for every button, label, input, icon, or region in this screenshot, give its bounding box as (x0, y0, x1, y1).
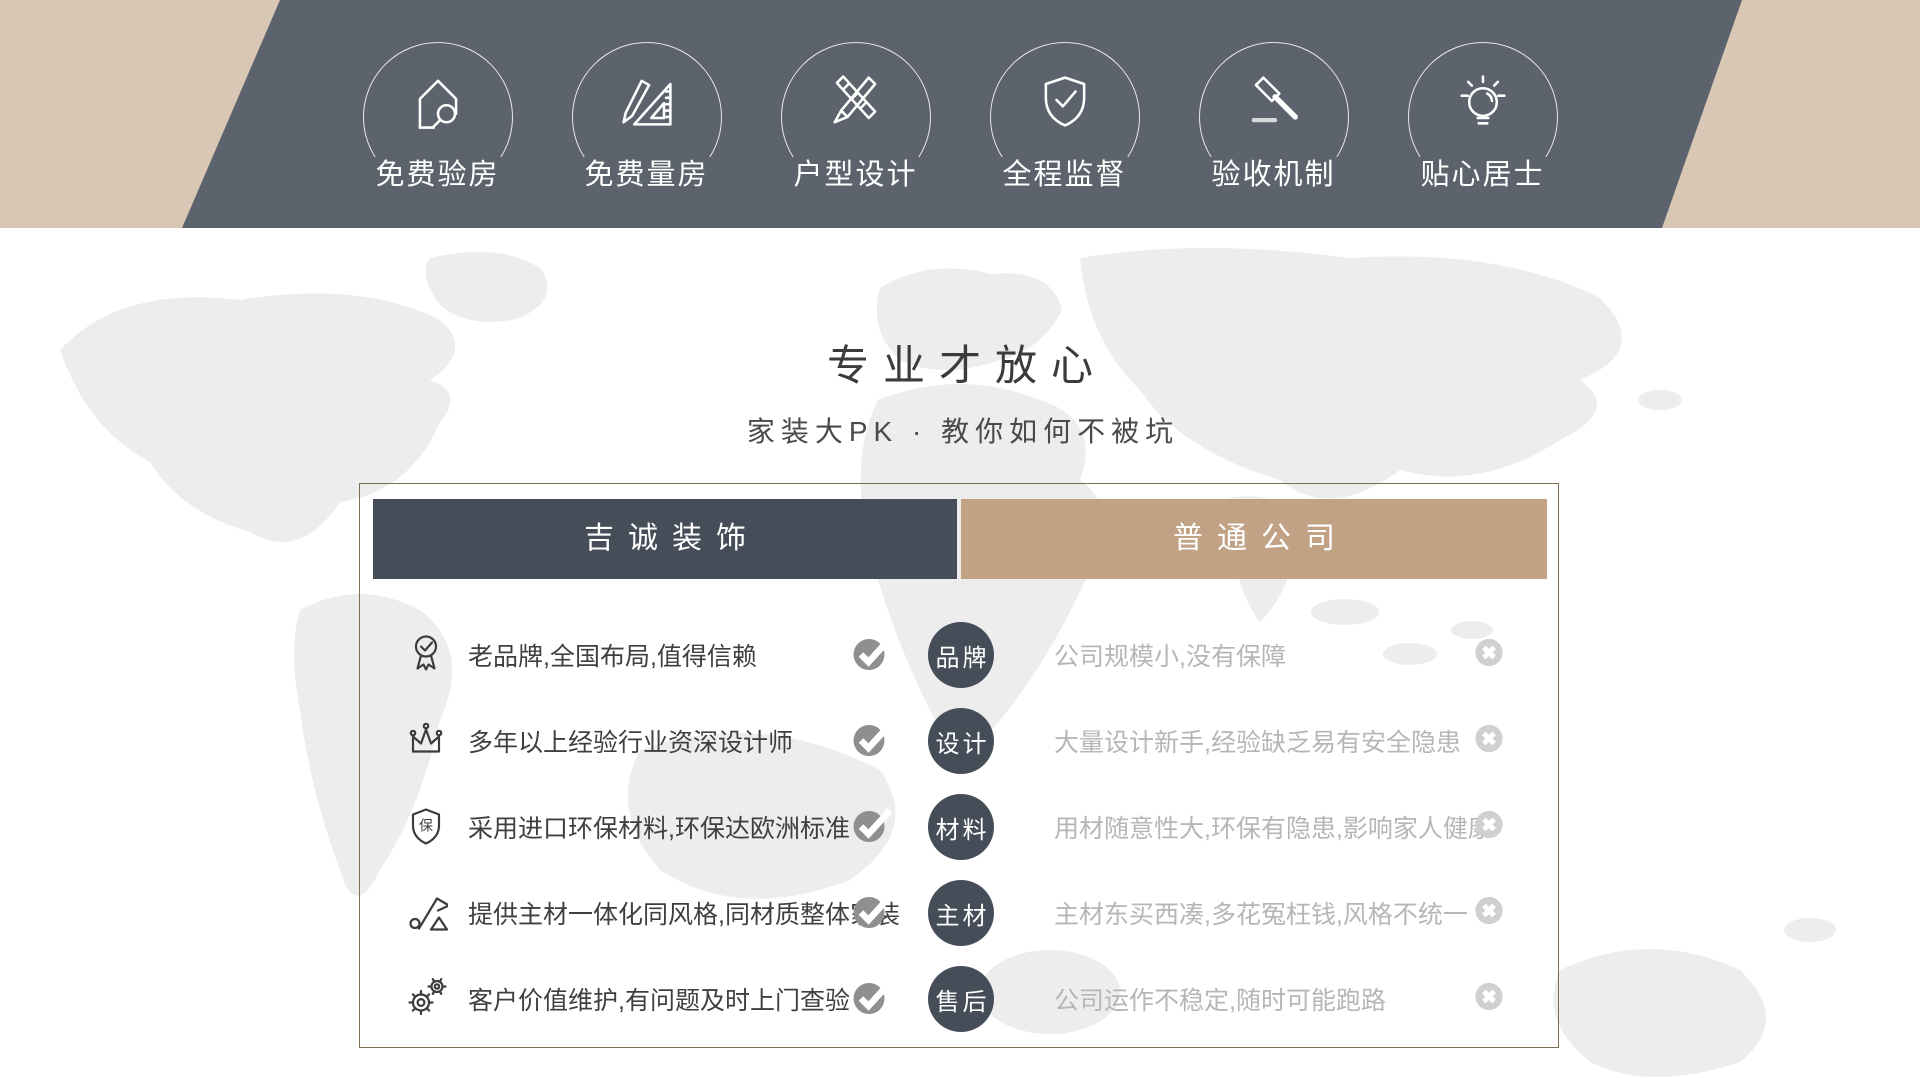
row-left-text: 多年以上经验行业资深设计师 (468, 723, 793, 759)
crown-icon (404, 717, 448, 766)
banner-item-label: 户型设计 (787, 157, 923, 193)
row-left-text: 提供主材一体化同风格,同材质整体家装 (468, 895, 900, 931)
banner-item-full-supervision: 全程监督 (990, 42, 1140, 192)
comparison-header-jicheng: 吉诚装饰 (373, 499, 957, 579)
cross-icon (1472, 808, 1506, 847)
banner-item-label: 验收机制 (1205, 157, 1341, 193)
shield-bao-icon: 保 (404, 803, 448, 852)
comparison-row-aftersales: 客户价值维护,有问题及时上门查验 售后 公司运作不稳定,随时可能跑路 (360, 956, 1558, 1042)
comparison-table: 吉诚装饰 普通公司 老品牌,全国布局,值得信赖 (359, 483, 1559, 1048)
check-icon (852, 719, 894, 764)
cross-icon (1472, 636, 1506, 675)
banner-item-free-inspection: 免费验房 (363, 42, 513, 192)
banner-item-free-measuring: 免费量房 (572, 42, 722, 192)
banner-item-label: 全程监督 (996, 157, 1132, 193)
row-right-text: 公司运作不稳定,随时可能跑路 (1054, 981, 1386, 1017)
comparison-rows: 老品牌,全国布局,值得信赖 品牌 公司规模小,没有保障 (360, 612, 1558, 1042)
section-title: 专业才放心 (0, 332, 1920, 393)
comparison-row-main-materials: 提供主材一体化同风格,同材质整体家装 主材 主材东买西凑,多花冤枉钱,风格不统一 (360, 870, 1558, 956)
cross-icon (1472, 722, 1506, 761)
banner-item-label: 贴心居士 (1414, 157, 1550, 193)
comparison-row-brand: 老品牌,全国布局,值得信赖 品牌 公司规模小,没有保障 (360, 612, 1558, 698)
banner-items: 免费验房 免费量房 (0, 0, 1920, 228)
services-banner: 免费验房 免费量房 (0, 0, 1920, 228)
banner-item-floorplan-design: 户型设计 (781, 42, 931, 192)
category-badge: 材料 (928, 794, 994, 860)
row-right-text: 主材东买西凑,多花冤枉钱,风格不统一 (1054, 895, 1468, 931)
cross-icon (1472, 980, 1506, 1019)
category-badge: 主材 (928, 880, 994, 946)
banner-item-acceptance: 验收机制 (1199, 42, 1349, 192)
comparison-row-materials: 保 采用进口环保材料,环保达欧洲标准 材料 用材随意性大,环保有隐患,影响家人健… (360, 784, 1558, 870)
row-left-text: 老品牌,全国布局,值得信赖 (468, 637, 757, 673)
category-badge: 品牌 (928, 622, 994, 688)
cross-icon (1472, 894, 1506, 933)
check-icon (852, 805, 894, 850)
banner-item-considerate: 贴心居士 (1408, 42, 1558, 192)
gears-icon (404, 975, 448, 1024)
svg-text:保: 保 (419, 818, 433, 834)
category-badge: 售后 (928, 966, 994, 1032)
medal-icon (404, 631, 448, 680)
row-right-text: 公司规模小,没有保障 (1054, 637, 1286, 673)
section-subtitle: 家装大PK · 教你如何不被坑 (0, 410, 1920, 450)
banner-item-label: 免费量房 (578, 157, 714, 193)
category-badge: 设计 (928, 708, 994, 774)
flag-peak-icon (404, 889, 448, 938)
check-icon (852, 633, 894, 678)
comparison-row-design: 多年以上经验行业资深设计师 设计 大量设计新手,经验缺乏易有安全隐患 (360, 698, 1558, 784)
row-left-text: 客户价值维护,有问题及时上门查验 (468, 981, 850, 1017)
comparison-header-ordinary: 普通公司 (961, 499, 1547, 579)
row-right-text: 大量设计新手,经验缺乏易有安全隐患 (1054, 723, 1461, 759)
landing-page: 免费验房 免费量房 (0, 0, 1920, 1078)
row-right-text: 用材随意性大,环保有隐患,影响家人健康 (1054, 809, 1493, 845)
banner-item-label: 免费验房 (369, 157, 505, 193)
check-icon (852, 977, 894, 1022)
row-left-text: 采用进口环保材料,环保达欧洲标准 (468, 809, 850, 845)
check-icon (852, 891, 894, 936)
